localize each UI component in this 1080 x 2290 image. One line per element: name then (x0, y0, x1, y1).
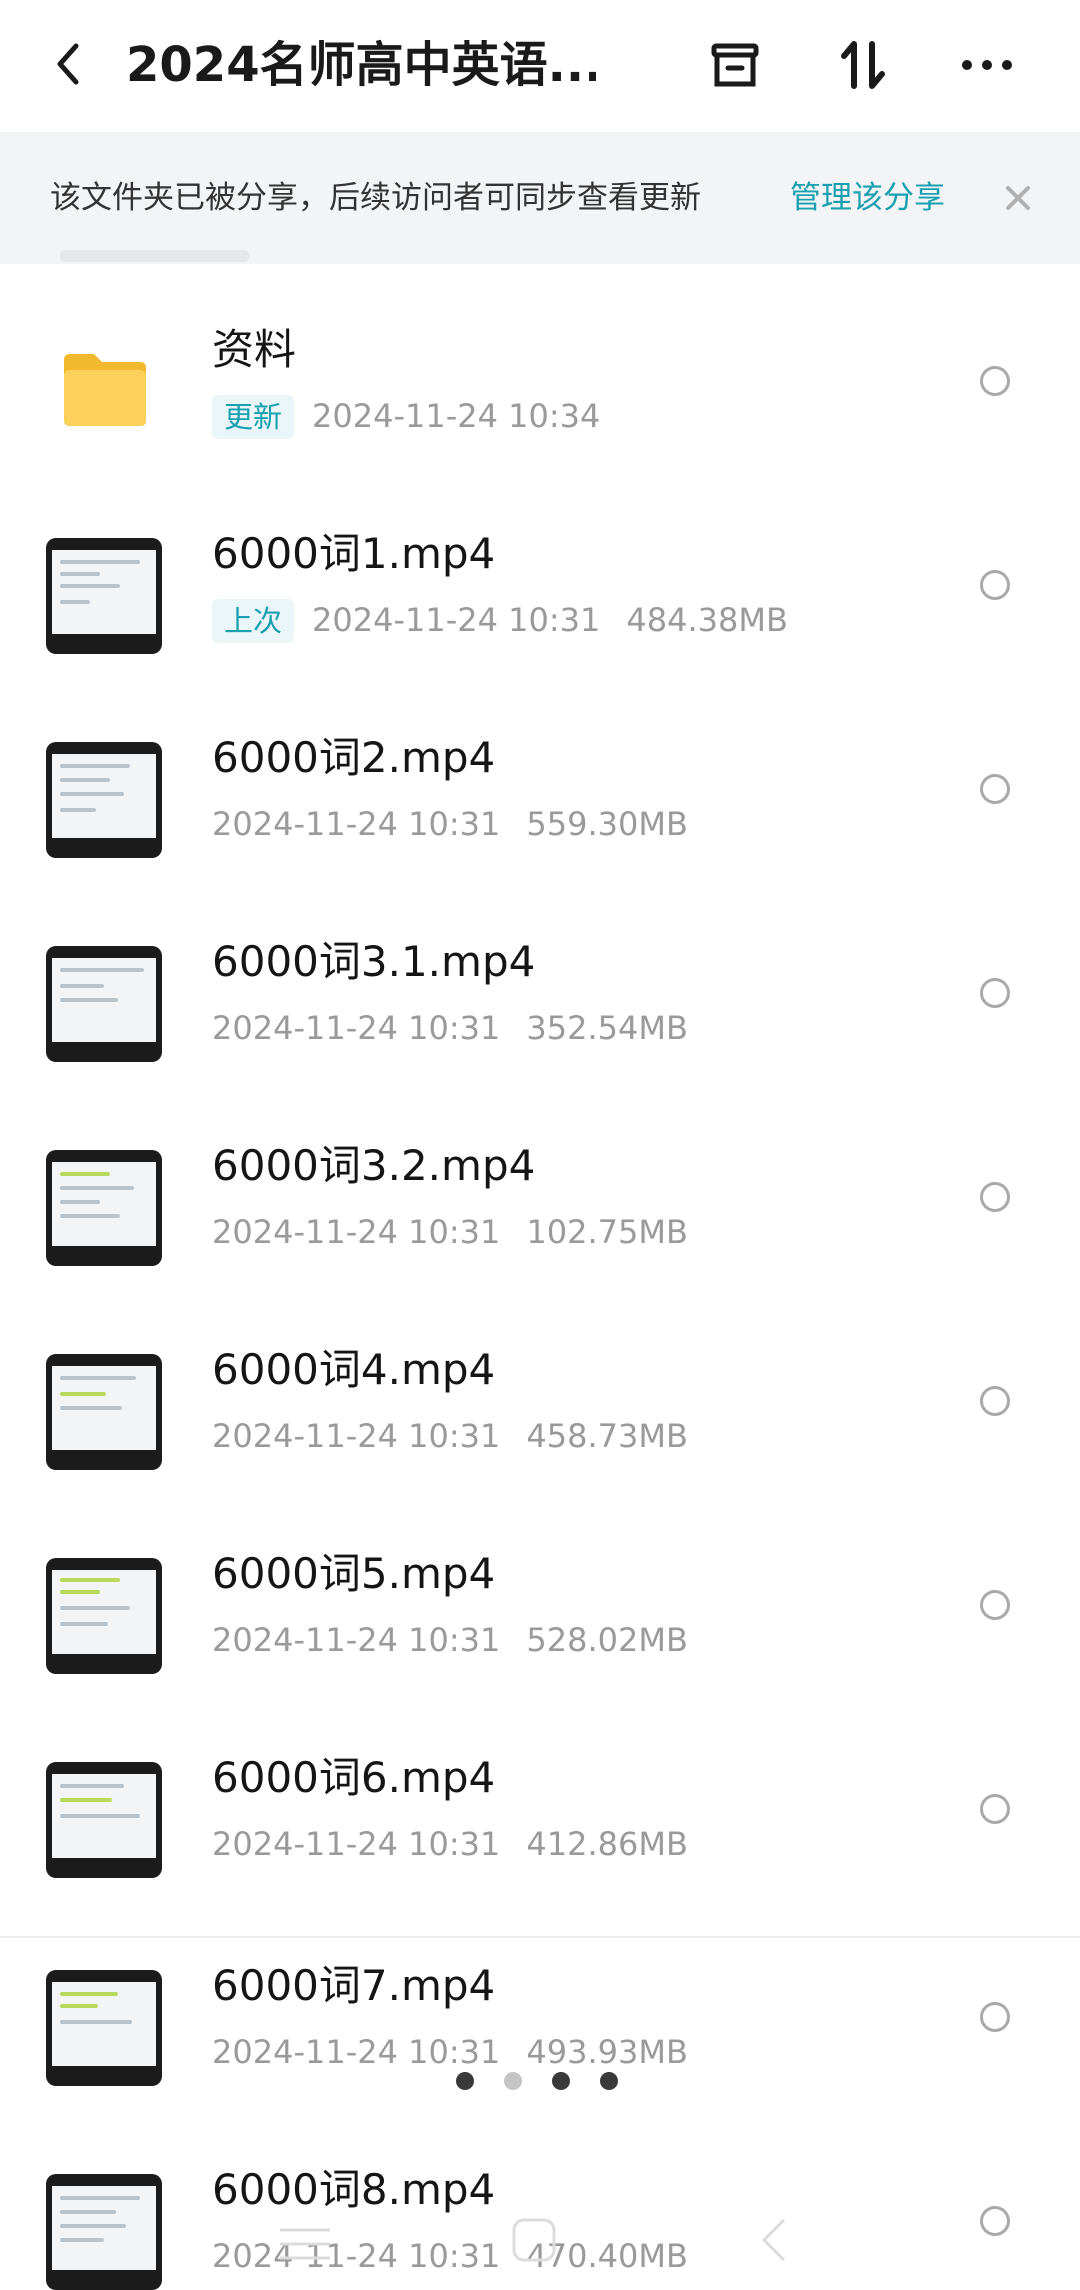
file-date: 2024-11-24 10:31 (212, 1417, 501, 1455)
file-size: 484.38MB (626, 601, 788, 639)
select-radio[interactable] (980, 1590, 1010, 1620)
file-date: 2024-11-24 10:31 (212, 805, 501, 843)
manage-share-link[interactable]: 管理该分享 (790, 132, 945, 264)
list-item[interactable]: 6000词2.mp4 2024-11-24 10:31 559.30MB (0, 684, 1080, 888)
page-dot (552, 2072, 570, 2090)
file-size: 528.02MB (526, 1621, 688, 1659)
file-meta: 2024-11-24 10:31 412.86MB (212, 1820, 688, 1868)
update-badge: 更新 (212, 395, 295, 439)
select-radio[interactable] (980, 1182, 1010, 1212)
system-nav-bar (0, 2200, 1080, 2290)
video-thumbnail (46, 1558, 162, 1674)
archive-icon[interactable] (702, 32, 768, 98)
file-size: 412.86MB (526, 1825, 688, 1863)
top-bar: 2024名师高中英语... (0, 0, 1080, 132)
share-banner: 该文件夹已被分享，后续访问者可同步查看更新 管理该分享 (0, 132, 1080, 264)
select-radio[interactable] (980, 1386, 1010, 1416)
file-size: 458.73MB (526, 1417, 688, 1455)
file-meta: 2024-11-24 10:31 458.73MB (212, 1412, 688, 1460)
share-banner-text: 该文件夹已被分享，后续访问者可同步查看更新 (50, 180, 701, 216)
list-header-peek (60, 250, 250, 262)
file-size: 352.54MB (526, 1009, 688, 1047)
list-item[interactable]: 资料 更新 2024-11-24 10:34 (0, 276, 1080, 480)
page-dot (504, 2072, 522, 2090)
file-name: 6000词5.mp4 (212, 1549, 496, 1598)
file-meta: 上次 2024-11-24 10:31 484.38MB (212, 596, 788, 644)
video-thumbnail (46, 946, 162, 1062)
video-thumbnail (46, 1762, 162, 1878)
list-divider (0, 1936, 1080, 1938)
page-indicator (456, 2072, 626, 2092)
file-meta: 2024-11-24 10:31 528.02MB (212, 1616, 688, 1664)
list-item[interactable]: 6000词1.mp4 上次 2024-11-24 10:31 484.38MB (0, 480, 1080, 684)
page-dot (456, 2072, 474, 2090)
select-radio[interactable] (980, 774, 1010, 804)
video-thumbnail (46, 742, 162, 858)
file-name: 资料 (212, 325, 297, 374)
file-date: 2024-11-24 10:34 (312, 397, 601, 435)
home-icon (512, 2218, 556, 2262)
recent-apps-icon (280, 2228, 330, 2260)
select-radio[interactable] (980, 2002, 1010, 2032)
file-meta: 2024-11-24 10:31 352.54MB (212, 1004, 688, 1052)
file-name: 6000词6.mp4 (212, 1753, 496, 1802)
select-radio[interactable] (980, 366, 1010, 396)
select-radio[interactable] (980, 570, 1010, 600)
file-date: 2024-11-24 10:31 (312, 601, 601, 639)
file-meta: 2024-11-24 10:31 493.93MB (212, 2028, 688, 2076)
file-name: 6000词2.mp4 (212, 733, 496, 782)
file-date: 2024-11-24 10:31 (212, 1009, 501, 1047)
page-dot (600, 2072, 618, 2090)
file-meta: 更新 2024-11-24 10:34 (212, 392, 600, 440)
list-item[interactable]: 6000词3.2.mp4 2024-11-24 10:31 102.75MB (0, 1092, 1080, 1296)
more-icon[interactable] (954, 32, 1020, 98)
list-item[interactable]: 6000词4.mp4 2024-11-24 10:31 458.73MB (0, 1296, 1080, 1500)
file-meta: 2024-11-24 10:31 559.30MB (212, 800, 688, 848)
file-size: 493.93MB (526, 2033, 688, 2071)
file-name: 6000词7.mp4 (212, 1961, 496, 2010)
close-icon[interactable] (996, 176, 1040, 220)
video-thumbnail (46, 1970, 162, 2086)
last-viewed-badge: 上次 (212, 599, 295, 643)
folder-icon (60, 348, 150, 428)
file-name: 6000词3.1.mp4 (212, 937, 536, 986)
back-icon[interactable] (44, 34, 96, 94)
file-date: 2024-11-24 10:31 (212, 1621, 501, 1659)
nav-back-icon (761, 2218, 786, 2262)
file-date: 2024-11-24 10:31 (212, 1825, 501, 1863)
select-radio[interactable] (980, 978, 1010, 1008)
file-date: 2024-11-24 10:31 (212, 1213, 501, 1251)
list-item[interactable]: 6000词6.mp4 2024-11-24 10:31 412.86MB (0, 1704, 1080, 1908)
select-radio[interactable] (980, 1794, 1010, 1824)
folder-title: 2024名师高中英语... (126, 37, 596, 93)
file-name: 6000词3.2.mp4 (212, 1141, 536, 1190)
file-name: 6000词4.mp4 (212, 1345, 496, 1394)
list-item[interactable]: 6000词3.1.mp4 2024-11-24 10:31 352.54MB (0, 888, 1080, 1092)
file-size: 559.30MB (526, 805, 688, 843)
file-size: 102.75MB (526, 1213, 688, 1251)
video-thumbnail (46, 538, 162, 654)
video-thumbnail (46, 1150, 162, 1266)
file-meta: 2024-11-24 10:31 102.75MB (212, 1208, 688, 1256)
file-date: 2024-11-24 10:31 (212, 2033, 501, 2071)
file-browser-screen: 2024名师高中英语... 该文件夹已被分享，后续访问者可同步查看更新 管理该分… (0, 0, 1080, 2290)
file-name: 6000词1.mp4 (212, 529, 496, 578)
list-item[interactable]: 6000词5.mp4 2024-11-24 10:31 528.02MB (0, 1500, 1080, 1704)
sort-icon[interactable] (830, 32, 896, 98)
video-thumbnail (46, 1354, 162, 1470)
